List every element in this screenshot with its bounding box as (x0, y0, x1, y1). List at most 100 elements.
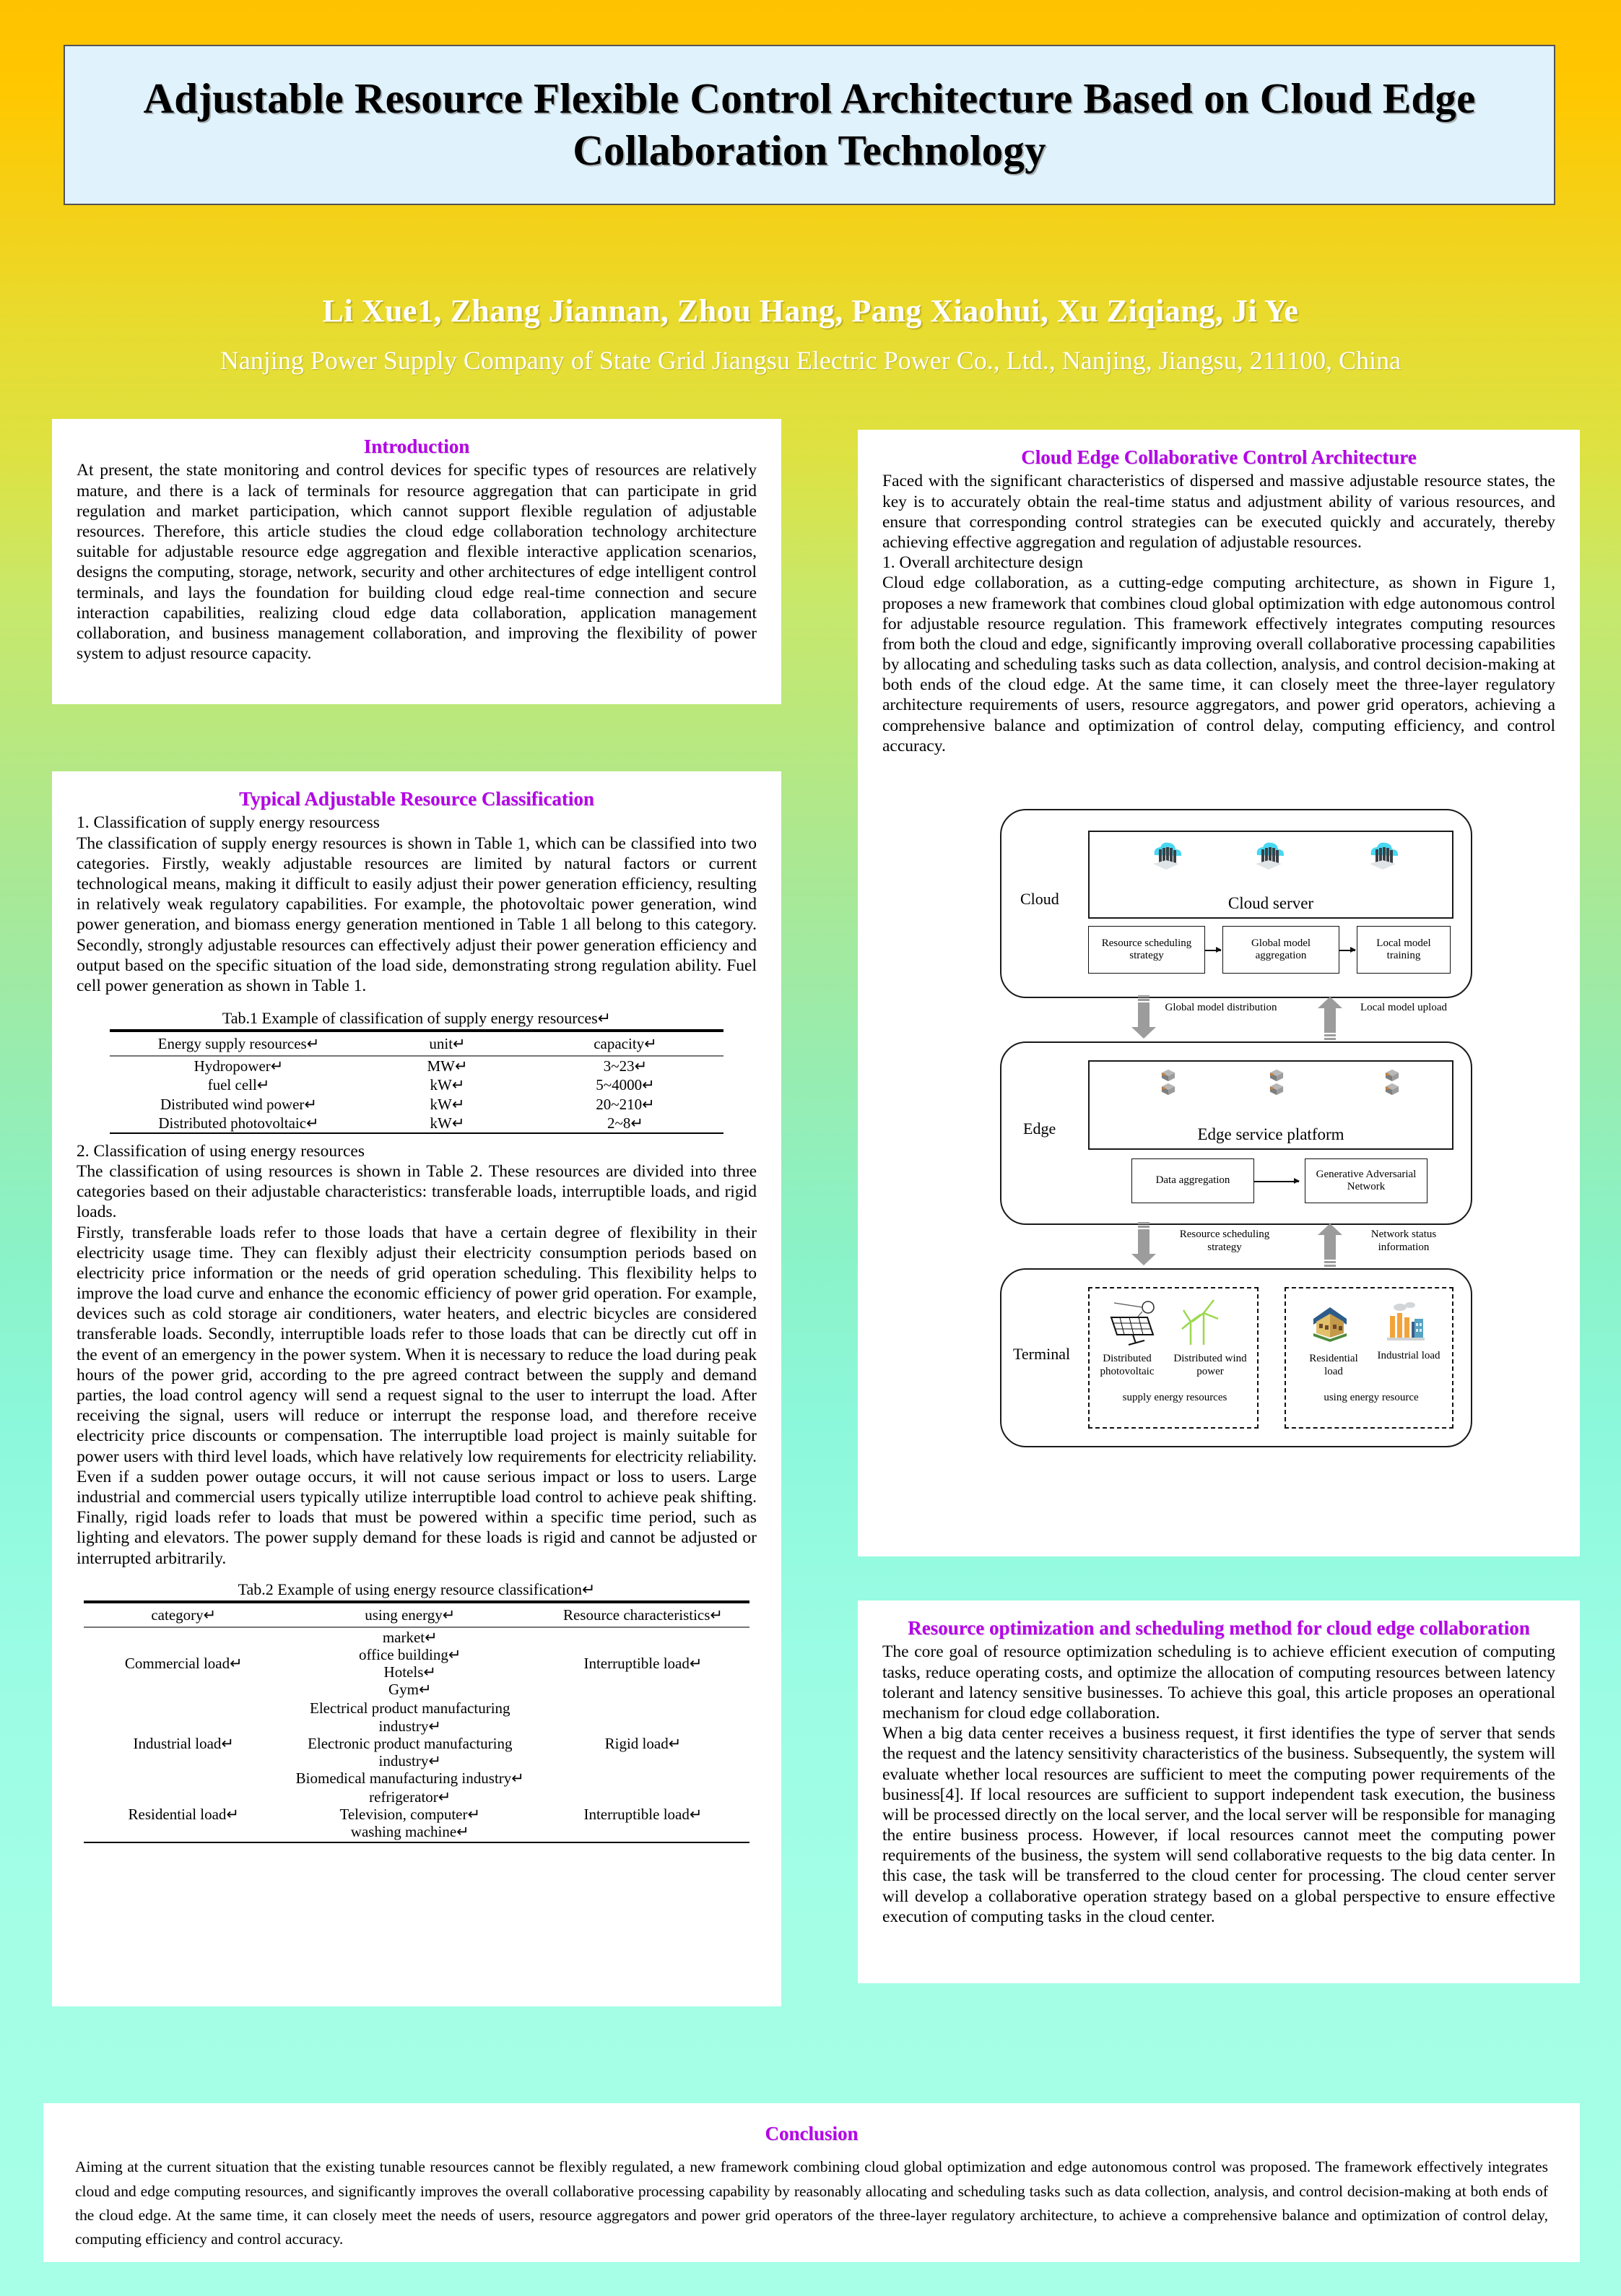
table-row: Industrial load↵ Electrical product manu… (84, 1699, 749, 1788)
table2: category↵ using energy↵ Resource charact… (84, 1600, 749, 1843)
table2-r1-c2: Rigid load↵ (604, 1734, 682, 1752)
table-row: Distributed wind power↵ kW↵ 20~210↵ (110, 1095, 723, 1114)
title-panel: Adjustable Resource Flexible Control Arc… (64, 45, 1555, 205)
classification-sub2-text-b: Firstly, transferable loads refer to tho… (77, 1223, 757, 1568)
table1-r3-c1: kW↵ (368, 1113, 527, 1134)
table1-r0-c0: Hydropower↵ (110, 1055, 368, 1076)
affiliation: Nanjing Power Supply Company of State Gr… (220, 346, 1401, 375)
edge-node-icon (1161, 1069, 1175, 1096)
architecture-heading: Cloud Edge Collaborative Control Archite… (1021, 446, 1417, 468)
classification-panel: Typical Adjustable Resource Classificati… (52, 771, 781, 2006)
table1-r2-c2: 20~210↵ (596, 1095, 655, 1113)
arrow-down-icon (1131, 1222, 1156, 1265)
table2-r1-c0: Industrial load↵ (133, 1734, 235, 1752)
arrow-down-icon (1131, 995, 1156, 1039)
cloud-box-local-training: Local model training (1357, 926, 1451, 974)
supply-item-wind-label: Distributed wind power (1173, 1353, 1247, 1377)
arrow-up-icon (1318, 997, 1342, 1040)
table2-r0-c2: Interruptible load↵ (536, 1626, 749, 1699)
supply-group-label: supply energy resources (1122, 1392, 1227, 1403)
optimization-text-a: The core goal of resource optimization s… (882, 1642, 1555, 1723)
classification-sub2-title: 2. Classification of using energy resour… (77, 1141, 365, 1161)
introduction-panel: Introduction At present, the state monit… (52, 419, 781, 704)
table1-header-row: Energy supply resources↵ unit↵ capacity↵ (110, 1029, 723, 1057)
table2-col-1: using energy↵ (283, 1600, 536, 1627)
edge-platform-label: Edge service platform (1197, 1125, 1344, 1143)
table2-r2-c1: refrigerator↵ Television, computer↵ wash… (283, 1788, 536, 1843)
table1-r1-c1: kW↵ (430, 1076, 465, 1094)
poster-root: Adjustable Resource Flexible Control Arc… (0, 0, 1621, 2296)
table2-r2-c0: Residential load↵ (84, 1788, 284, 1843)
cloud-connector-2 (1339, 948, 1356, 952)
table2-wrapper: Tab.2 Example of using energy resource c… (84, 1580, 749, 1843)
table1-col-0: Energy supply resources↵ (110, 1029, 368, 1057)
arrow-label-local-model-upload: Local model upload (1360, 1002, 1447, 1013)
optimization-panel: Resource optimization and scheduling met… (858, 1600, 1580, 1983)
table1-r2-c1: kW↵ (430, 1095, 465, 1113)
arrow-label-resource-scheduling-strategy: Resource scheduling strategy (1179, 1229, 1270, 1253)
table-row: Hydropower↵ MW↵ 3~23↵ (110, 1055, 723, 1076)
cloud-box-global-aggregation: Global model aggregation (1222, 926, 1339, 974)
table1-col-2: capacity↵ (527, 1029, 723, 1057)
table-row: Distributed photovoltaic↵ kW↵ 2~8↵ (110, 1113, 723, 1134)
cloud-connector-1 (1205, 948, 1222, 952)
optimization-text-b: When a big data center receives a busine… (882, 1724, 1555, 1926)
edge-connector-1 (1254, 1179, 1300, 1183)
edge-node-icon (1385, 1069, 1399, 1096)
table2-col-0: category↵ (84, 1600, 284, 1627)
table1-col-1: unit↵ (368, 1029, 527, 1057)
cloud-server-icon (1256, 842, 1285, 870)
optimization-heading: Resource optimization and scheduling met… (908, 1617, 1530, 1639)
using-item-industrial-label: Industrial load (1377, 1350, 1440, 1361)
table2-r1-c1: Electrical product manufacturing industr… (295, 1699, 524, 1787)
table1-r3-c0: Distributed photovoltaic↵ (110, 1113, 368, 1134)
author-list: Li Xue1, Zhang Jiannan, Zhou Hang, Pang … (322, 293, 1299, 329)
edge-box-gan: Generative Adversarial Network (1305, 1158, 1427, 1203)
table2-r0-c1: market↵ office building↵ Hotels↵ Gym↵ (283, 1626, 536, 1699)
table1-r2-c0: Distributed wind power↵ (160, 1095, 318, 1113)
arrow-label-network-status-information: Network status information (1370, 1229, 1437, 1253)
table1-r0-c2: 3~23↵ (527, 1055, 723, 1076)
conclusion-heading: Conclusion (765, 2123, 859, 2144)
cloud-layer-label: Cloud (1020, 890, 1059, 908)
cloud-server-icon (1153, 842, 1182, 870)
architecture-figure: Cloud Cloud server Resource scheduling s… (978, 809, 1472, 1447)
table2-caption: Tab.2 Example of using energy resource c… (238, 1580, 596, 1598)
table2-col-2: Resource characteristics↵ (536, 1600, 749, 1627)
conclusion-text: Aiming at the current situation that the… (75, 2158, 1548, 2248)
table1-r1-c0: fuel cell↵ (207, 1076, 270, 1094)
table1-caption: Tab.1 Example of classification of suppl… (222, 1009, 612, 1028)
table-row: Residential load↵ refrigerator↵ Televisi… (84, 1788, 749, 1843)
table2-r2-c2: Interruptible load↵ (536, 1788, 749, 1843)
edge-layer-label: Edge (1023, 1119, 1056, 1138)
table-row: fuel cell↵ kW↵ 5~4000↵ (110, 1075, 723, 1094)
using-group-label: using energy resource (1324, 1392, 1419, 1403)
wind-turbine-icon (1181, 1299, 1219, 1345)
cloud-server-label: Cloud server (1227, 894, 1314, 912)
introduction-text: At present, the state monitoring and con… (77, 461, 757, 664)
using-item-residential-label: Residential load (1309, 1353, 1358, 1377)
cloud-server-icon (1370, 842, 1399, 870)
table-row: Commercial load↵ market↵ office building… (84, 1626, 749, 1699)
edge-box-data-aggregation: Data aggregation (1131, 1158, 1254, 1203)
architecture-sub1-title: 1. Overall architecture design (882, 553, 1083, 573)
residential-building-icon (1313, 1307, 1347, 1342)
architecture-text-a: Faced with the significant characteristi… (882, 472, 1555, 552)
terminal-layer-label: Terminal (1013, 1345, 1071, 1363)
classification-sub1-text: The classification of supply energy reso… (77, 833, 757, 995)
conclusion-panel: Conclusion Aiming at the current situati… (43, 2103, 1580, 2262)
classification-sub1-title: 1. Classification of supply energy resou… (77, 813, 380, 833)
arrow-up-icon (1318, 1223, 1342, 1267)
table1-r3-c2: 2~8↵ (527, 1113, 723, 1134)
edge-node-icon (1269, 1069, 1284, 1096)
page-title: Adjustable Resource Flexible Control Arc… (143, 74, 1476, 174)
table1-r1-c2: 5~4000↵ (596, 1076, 655, 1094)
table2-header-row: category↵ using energy↵ Resource charact… (84, 1600, 749, 1627)
arrow-label-global-model-distribution: Global model distribution (1165, 1002, 1277, 1013)
table1-wrapper: Tab.1 Example of classification of suppl… (110, 1009, 723, 1134)
table1-r0-c1: MW↵ (368, 1055, 527, 1076)
supply-item-pv-label: Distributed photovoltaic (1100, 1353, 1155, 1377)
solar-panel-icon (1110, 1301, 1155, 1346)
cloud-box-resource-scheduling: Resource scheduling strategy (1088, 926, 1205, 974)
introduction-heading: Introduction (363, 436, 470, 457)
